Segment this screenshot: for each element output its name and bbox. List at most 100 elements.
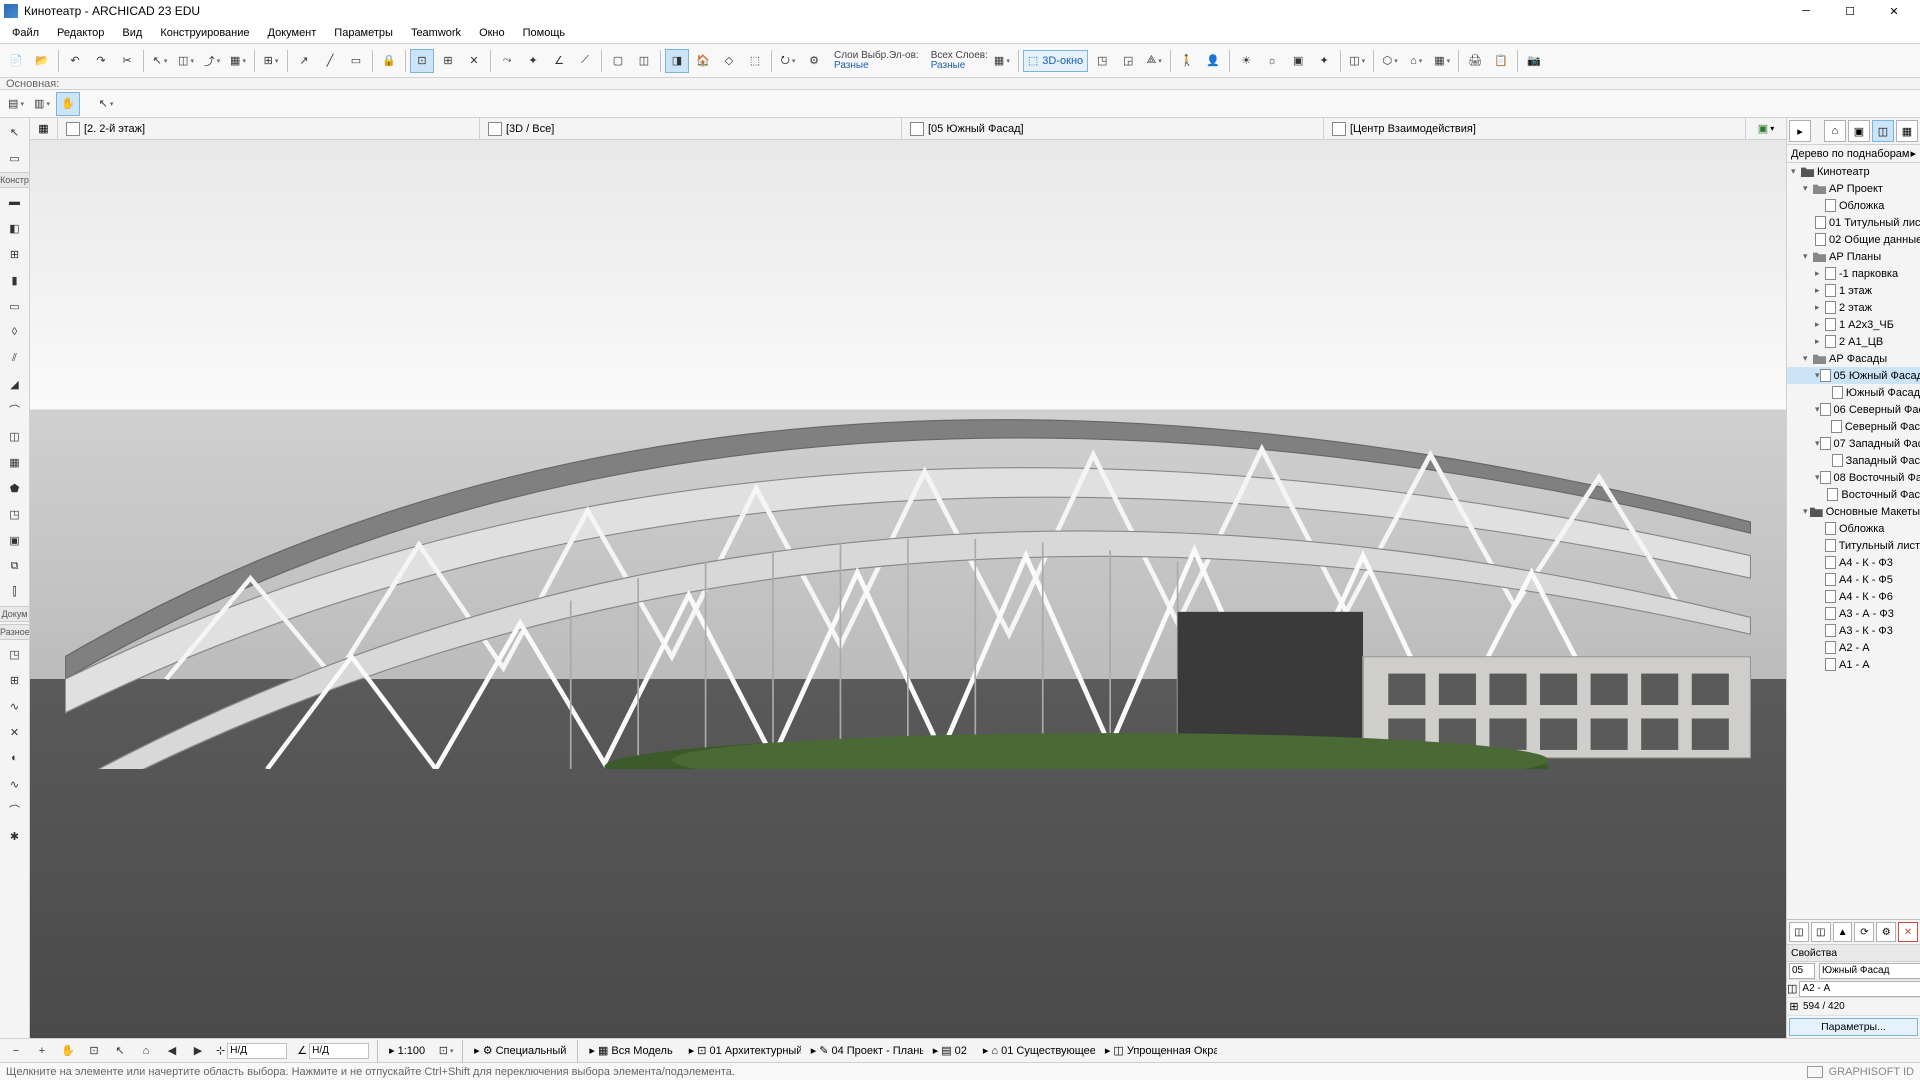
prop-id-name-input[interactable] xyxy=(1819,963,1920,979)
split-button[interactable]: ✦ xyxy=(521,49,545,73)
maximize-button[interactable]: ☐ xyxy=(1828,0,1872,22)
arrow-tool-button[interactable]: ↖ xyxy=(148,49,172,73)
slab-icon[interactable]: ◊ xyxy=(3,320,27,344)
fig-icon[interactable]: ◐ xyxy=(3,746,27,770)
3d-perspective-button[interactable]: ⟁ xyxy=(1142,49,1166,73)
beam-icon[interactable]: ▭ xyxy=(3,294,27,318)
qt-filter2-button[interactable]: ▥ xyxy=(30,92,54,116)
tree-item[interactable]: А4 - К - Ф5 xyxy=(1787,571,1920,588)
door-icon[interactable]: ◧ xyxy=(3,216,27,240)
line-tool-button[interactable]: ╱ xyxy=(318,49,342,73)
menu-файл[interactable]: Файл xyxy=(4,25,47,41)
curtain-icon[interactable]: ▦ xyxy=(3,450,27,474)
bot-home-button[interactable]: ⌂ xyxy=(134,1039,158,1063)
expand-icon[interactable]: ▸ xyxy=(1815,285,1825,296)
view1-button[interactable]: ⊡ xyxy=(410,49,434,73)
shell-icon[interactable]: ⌒ xyxy=(3,398,27,422)
nav-proj-button[interactable]: ⌂ xyxy=(1824,120,1846,142)
tree-item[interactable]: ▸1 А2х3_ЧБ xyxy=(1787,316,1920,333)
intersect-button[interactable]: ⟋ xyxy=(573,49,597,73)
view2-button[interactable]: ⊞ xyxy=(436,49,460,73)
tree-item[interactable]: ▾АР Фасады xyxy=(1787,350,1920,367)
3d-cube1-button[interactable]: ◳ xyxy=(1090,49,1114,73)
prop-delete-button[interactable]: ✕ xyxy=(1898,922,1918,942)
filter-button[interactable]: ◇ xyxy=(717,49,741,73)
expand-icon[interactable]: ▾ xyxy=(1803,251,1813,262)
combo7[interactable]: ▸◫Упрощенная Окрас... xyxy=(1098,1042,1218,1060)
nav-layout-button[interactable]: ◫ xyxy=(1872,120,1894,142)
tree-item[interactable]: ▸2 этаж xyxy=(1787,299,1920,316)
expand-icon[interactable]: ▾ xyxy=(1791,166,1801,177)
tree-item[interactable]: Южный Фасад xyxy=(1787,384,1920,401)
coord2-input[interactable] xyxy=(309,1043,369,1059)
marquee-icon[interactable]: ▭ xyxy=(3,146,27,170)
view3-button[interactable]: ✕ xyxy=(462,49,486,73)
merge-button[interactable]: ⤳ xyxy=(495,49,519,73)
view-tab-1[interactable]: [3D / Все]× xyxy=(480,118,902,139)
elev3-button[interactable]: ▦ xyxy=(1430,49,1454,73)
layers-dd-button[interactable]: ▦ xyxy=(990,49,1014,73)
prop-dup-button[interactable]: ◫ xyxy=(1811,922,1831,942)
camera-button[interactable]: ▣ xyxy=(1286,49,1310,73)
sun2-button[interactable]: ☼ xyxy=(1260,49,1284,73)
section-button[interactable]: ◫ xyxy=(1345,49,1369,73)
measure-button[interactable]: ↗ xyxy=(292,49,316,73)
combo6[interactable]: ▸⌂01 Существующее с... xyxy=(976,1042,1096,1060)
object-icon[interactable]: ◳ xyxy=(3,502,27,526)
poly-icon[interactable]: ∿ xyxy=(3,772,27,796)
tree-item[interactable]: Обложка xyxy=(1787,520,1920,537)
tree-item[interactable]: ▾АР Планы xyxy=(1787,248,1920,265)
tree-item[interactable]: Западный Фас xyxy=(1787,452,1920,469)
nav-pub-button[interactable]: ▦ xyxy=(1896,120,1918,142)
grid2-icon[interactable]: ⊞ xyxy=(3,668,27,692)
prop-id-num-input[interactable] xyxy=(1789,963,1815,979)
prop-refresh-button[interactable]: ⟳ xyxy=(1854,922,1874,942)
release-button[interactable]: ⚙ xyxy=(802,49,826,73)
trace-button[interactable]: ◫ xyxy=(174,49,198,73)
prop-new-button[interactable]: ◫ xyxy=(1789,922,1809,942)
cut-button[interactable]: ✂ xyxy=(115,49,139,73)
mesh-icon[interactable]: ⧉ xyxy=(3,554,27,578)
menu-документ[interactable]: Документ xyxy=(260,25,325,41)
plot-button[interactable]: 📋 xyxy=(1489,49,1513,73)
reserve-button[interactable]: ⭮ xyxy=(776,49,800,73)
tree-item[interactable]: ▾06 Северный Фасад xyxy=(1787,401,1920,418)
menu-параметры[interactable]: Параметры xyxy=(326,25,401,41)
bot-zoom-in-button[interactable]: + xyxy=(30,1039,54,1063)
explore-button[interactable]: 👤 xyxy=(1201,49,1225,73)
combo1[interactable]: ▸⚙Специальный xyxy=(467,1042,573,1060)
combo5[interactable]: ▸▤02 xyxy=(926,1042,974,1060)
column-icon[interactable]: ▮ xyxy=(3,268,27,292)
nav-pop-button[interactable]: ▸ xyxy=(1789,120,1811,142)
expand-icon[interactable]: ▸ xyxy=(1815,268,1825,279)
menu-окно[interactable]: Окно xyxy=(471,25,513,41)
star-icon[interactable]: ✱ xyxy=(3,824,27,848)
tree-item[interactable]: А1 - А xyxy=(1787,656,1920,673)
tree-item[interactable]: А4 - К - Ф3 xyxy=(1787,554,1920,571)
offset-button[interactable]: ◫ xyxy=(632,49,656,73)
combo3[interactable]: ▸⊡01 Архитектурный ... xyxy=(682,1042,802,1060)
transparent-button[interactable]: ⬚ xyxy=(743,49,767,73)
expand-icon[interactable]: ▸ xyxy=(1815,319,1825,330)
nav-view-button[interactable]: ▣ xyxy=(1848,120,1870,142)
window-icon[interactable]: ⊞ xyxy=(3,242,27,266)
render-button[interactable]: ✦ xyxy=(1312,49,1336,73)
tree-item[interactable]: ▾08 Восточный Фа xyxy=(1787,469,1920,486)
tree-item[interactable]: ▾Основные Макеты xyxy=(1787,503,1920,520)
menu-помощь[interactable]: Помощь xyxy=(515,25,574,41)
tree-item[interactable]: А3 - А - Ф3 xyxy=(1787,605,1920,622)
crop-button[interactable]: ▢ xyxy=(606,49,630,73)
bot-next-button[interactable]: ▶ xyxy=(186,1039,210,1063)
rect-tool-button[interactable]: ▭ xyxy=(344,49,368,73)
tree-item[interactable]: ▾АР Проект xyxy=(1787,180,1920,197)
show-button[interactable]: 🏠 xyxy=(691,49,715,73)
navigator-tree[interactable]: ▾Кинотеатр▾АР ПроектОбложка01 Титульный … xyxy=(1787,163,1920,919)
prop-settings-button[interactable]: ⚙ xyxy=(1876,922,1896,942)
tree-item[interactable]: 02 Общие данные xyxy=(1787,231,1920,248)
menu-редактор[interactable]: Редактор xyxy=(49,25,112,41)
bot-prev-button[interactable]: ◀ xyxy=(160,1039,184,1063)
tab-list-button[interactable]: ▦ xyxy=(30,118,58,139)
lock-button[interactable]: 🔒 xyxy=(377,49,401,73)
arc-icon[interactable]: ⌒ xyxy=(3,798,27,822)
qt-filter1-button[interactable]: ▤ xyxy=(4,92,28,116)
